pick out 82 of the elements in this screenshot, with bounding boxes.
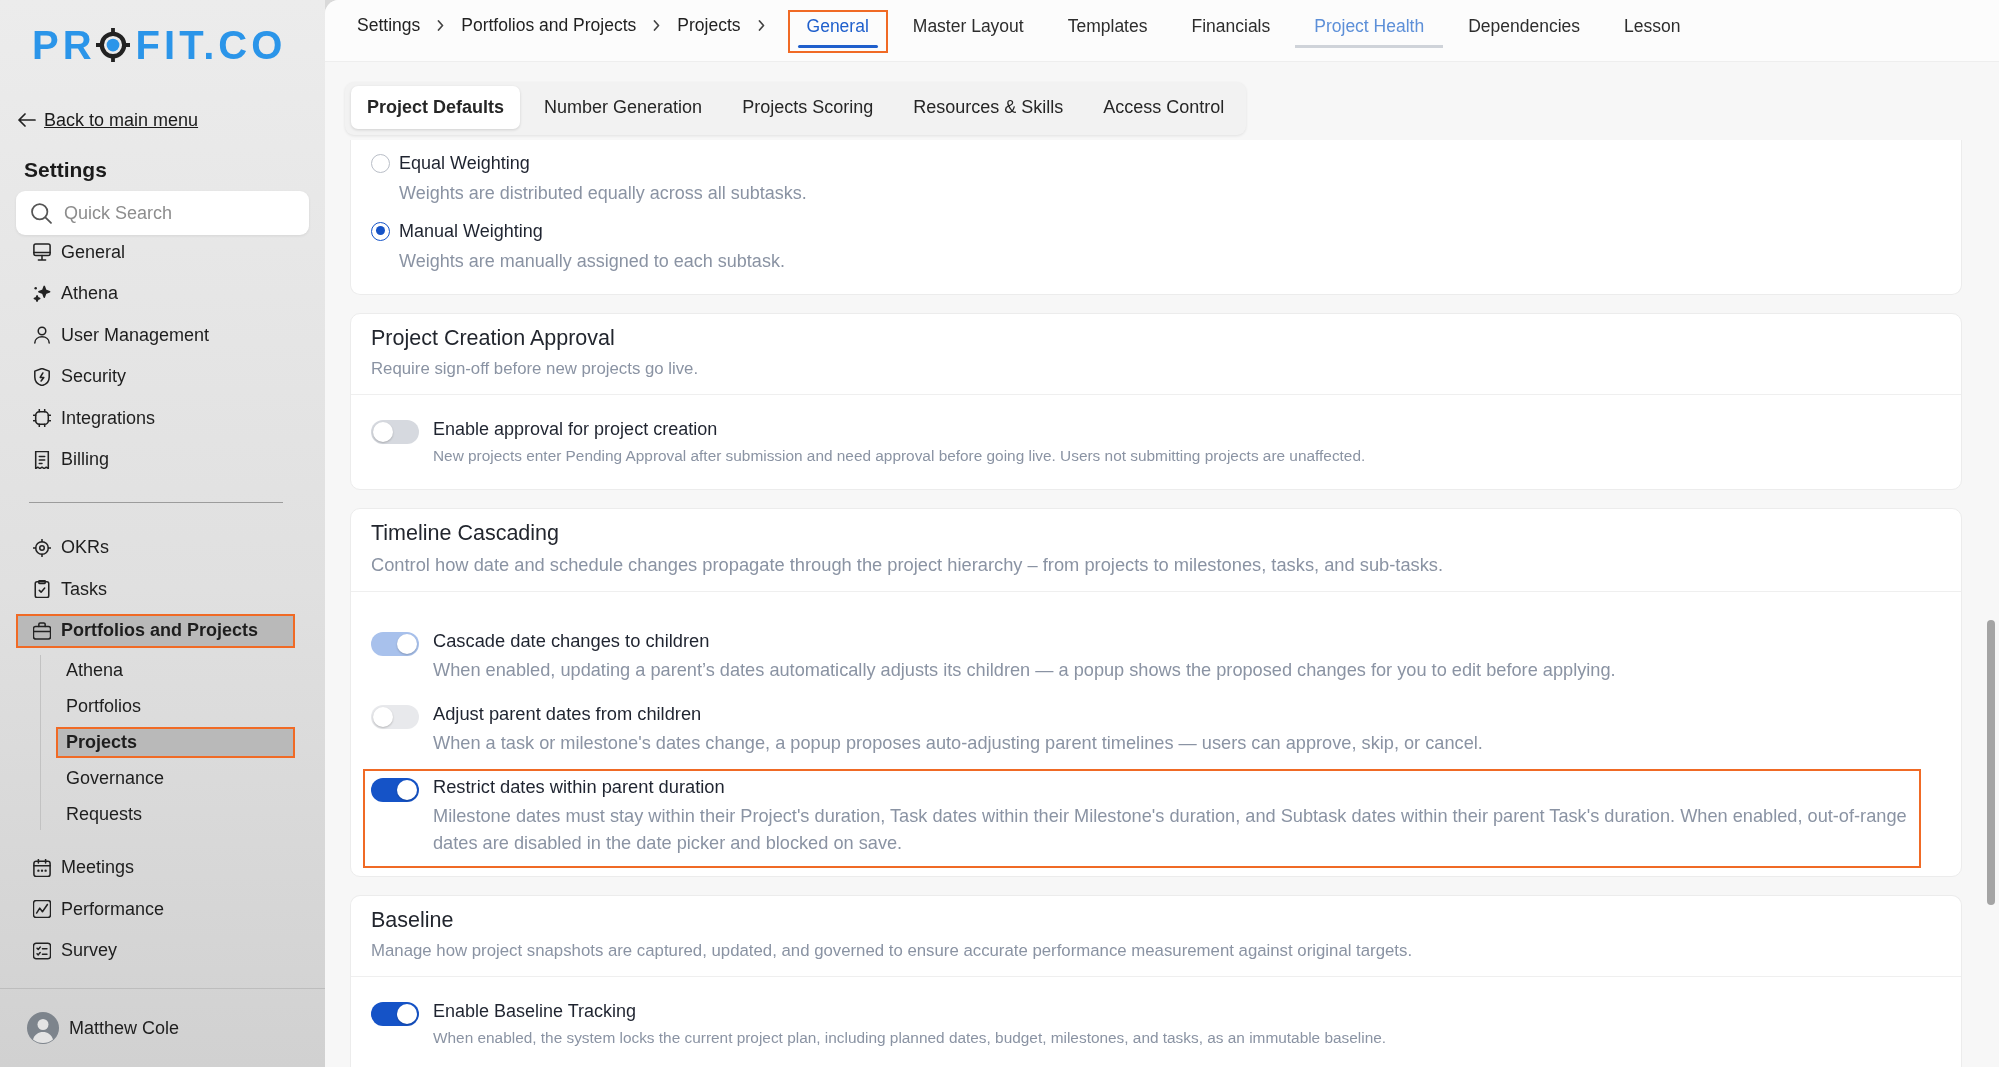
radio-button[interactable]: [371, 221, 390, 241]
setting-label: Restrict dates within parent duration: [433, 775, 726, 799]
toggle-switch[interactable]: [371, 778, 419, 802]
briefcase-icon: [33, 621, 51, 640]
chevron-right-icon: [653, 19, 661, 31]
nav-tab[interactable]: Templates: [1048, 10, 1167, 53]
sidebar-subitem[interactable]: Portfolios: [56, 691, 295, 722]
sidebar-subitem[interactable]: Projects: [56, 727, 295, 758]
option-description: Weights are manually assigned to each subtask.: [399, 250, 785, 273]
card-subtitle: Manage how project snapshots are captured, updated, and governed to ensure accurate performance measurement against original targets.: [371, 940, 1414, 962]
checklist-icon: [33, 941, 51, 960]
nav-tab[interactable]: Master Layout: [893, 10, 1043, 53]
crosshair-icon: [33, 538, 51, 557]
card-title: Baseline: [371, 907, 455, 934]
chevron-right-icon: [757, 19, 765, 31]
clipboard-check-icon: [33, 580, 51, 598]
sidebar-item[interactable]: Portfolios and Projects: [16, 613, 295, 648]
arrow-left-icon: [18, 113, 36, 127]
setting-label: Cascade date changes to children: [433, 629, 711, 653]
setting-label: Enable approval for project creation: [433, 418, 719, 441]
sub-tab[interactable]: Resources & Skills: [897, 86, 1080, 129]
card-title: Timeline Cascading: [371, 520, 560, 547]
nav-tab[interactable]: Financials: [1172, 10, 1290, 53]
person-icon: [33, 326, 51, 344]
breadcrumb-link[interactable]: Portfolios and Projects: [461, 13, 637, 37]
sidebar-item[interactable]: General: [16, 235, 295, 269]
setting-description: When enabled, updating a parent’s dates automatically adjusts its children — a popup shows the proposed changes for you to edit before applying.: [433, 659, 1616, 682]
monitor-icon: [33, 243, 51, 261]
sidebar-item[interactable]: Meetings: [16, 850, 295, 885]
sidebar-item[interactable]: Performance: [16, 892, 295, 926]
sidebar-item[interactable]: OKRs: [16, 530, 295, 565]
sidebar-item[interactable]: Billing: [16, 442, 295, 477]
chip-icon: [33, 409, 51, 427]
setting-label: Enable Baseline Tracking: [433, 1000, 638, 1023]
sub-tab[interactable]: Projects Scoring: [726, 86, 890, 129]
card-subtitle: Control how date and schedule changes propagate through the project hierarchy – from projects to milestones, tasks, and sub-tasks.: [371, 553, 1445, 577]
search-icon: [31, 202, 52, 224]
sub-tab[interactable]: Number Generation: [528, 86, 719, 129]
option-label: Manual Weighting: [399, 220, 544, 243]
setting-description: Milestone dates must stay within their Project's duration, Task dates within their Milestone's duration, and Subtask dates within their parent Task's duration. When enabled, out-of-range dates are disabled in the date picker and blocked on save.: [433, 805, 1908, 855]
avatar-icon: [27, 1012, 59, 1044]
sidebar-item[interactable]: Integrations: [16, 401, 295, 435]
sub-tab[interactable]: Access Control: [1087, 86, 1241, 129]
nav-tab[interactable]: Lesson: [1605, 10, 1700, 53]
sidebar-item[interactable]: User Management: [16, 318, 295, 352]
breadcrumb-link[interactable]: Settings: [357, 13, 421, 37]
nav-tab[interactable]: Dependencies: [1449, 10, 1600, 53]
sidebar-heading: Settings: [24, 157, 107, 183]
card-subtitle: Require sign-off before new projects go live.: [371, 358, 700, 380]
target-icon: [95, 28, 130, 62]
shield-icon: [33, 367, 51, 386]
sidebar-subitem[interactable]: Governance: [56, 763, 295, 794]
breadcrumb-link[interactable]: Projects: [677, 13, 741, 37]
logo-text: PR: [32, 28, 96, 62]
setting-description: When a task or milestone's dates change, a popup proposes auto-adjusting parent timelines — users can approve, skip, or cancel.: [433, 732, 1483, 755]
setting-label: Adjust parent dates from children: [433, 702, 703, 726]
sparkle-icon: [33, 284, 51, 303]
toggle-switch[interactable]: [371, 1002, 419, 1026]
sidebar-item[interactable]: Security: [16, 359, 295, 394]
sidebar-item[interactable]: Tasks: [16, 572, 295, 606]
setting-description: New projects enter Pending Approval after submission and need approval before going live. Users not submitting projects are unaffected.: [433, 446, 1366, 466]
back-link[interactable]: Back to main menu: [18, 108, 199, 132]
search-field[interactable]: Quick Search: [16, 191, 309, 235]
card-title: Project Creation Approval: [371, 325, 616, 352]
option-label: Equal Weighting: [399, 152, 531, 175]
sidebar-item[interactable]: Athena: [16, 276, 295, 311]
chart-icon: [33, 900, 51, 918]
chevron-right-icon: [437, 19, 445, 31]
sub-tab[interactable]: Project Defaults: [351, 86, 521, 129]
logo-text: FIT.CO: [135, 28, 287, 62]
sidebar-subitem[interactable]: Athena: [56, 655, 295, 686]
user-name: Matthew Cole: [69, 1016, 180, 1040]
receipt-icon: [33, 450, 51, 469]
toggle-switch[interactable]: [371, 420, 419, 444]
setting-description: When enabled, the system locks the current project plan, including planned dates, budget, milestones, and tasks, as an immutable baseline.: [433, 1028, 1387, 1048]
nav-tab[interactable]: General: [787, 10, 888, 53]
calendar-icon: [33, 858, 51, 877]
option-description: Weights are distributed equally across all subtasks.: [399, 182, 807, 205]
sidebar-subitem[interactable]: Requests: [56, 799, 295, 830]
radio-button[interactable]: [371, 153, 390, 173]
scrollbar-thumb[interactable]: [1987, 620, 1995, 905]
sidebar-item[interactable]: Survey: [16, 933, 295, 968]
